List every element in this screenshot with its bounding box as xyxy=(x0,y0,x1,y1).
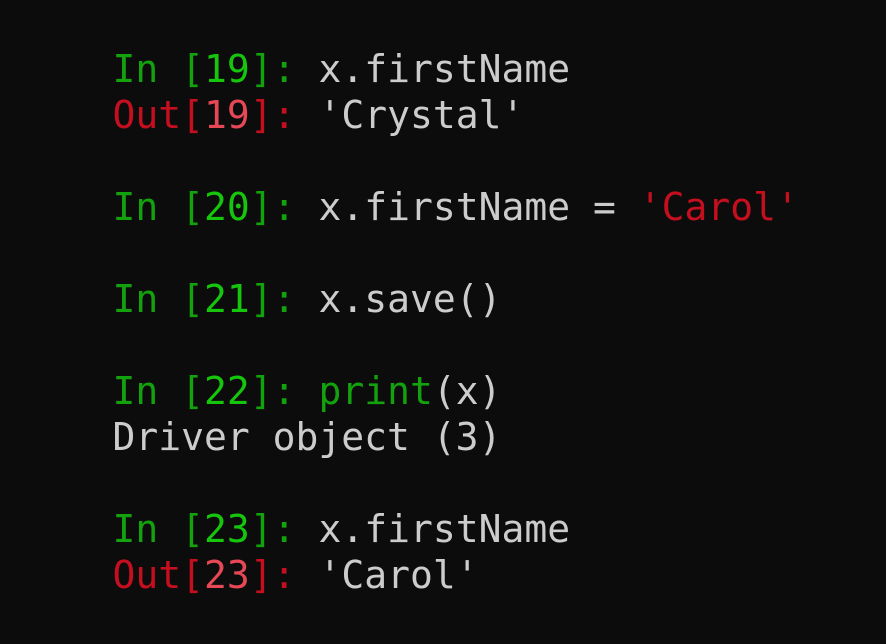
code-input: x.save() xyxy=(318,277,502,321)
code-string-literal: 'Carol' xyxy=(638,185,799,229)
out-prompt-label: Out xyxy=(112,553,182,597)
ipython-terminal[interactable]: In [19]: x.firstName Out[19]: 'Crystal' … xyxy=(0,0,886,597)
in-prompt-bracket-close: ] xyxy=(249,185,273,229)
in-prompt-bracket-open: [ xyxy=(181,185,205,229)
in-prompt-colon: : xyxy=(272,185,319,229)
out-prompt-number: 19 xyxy=(204,93,250,137)
out-prompt-bracket-open: [ xyxy=(181,93,205,137)
stdout-line-22: Driver object (3) xyxy=(21,368,502,459)
output-line-23: Out[23]: 'Carol' xyxy=(21,506,479,597)
code-input: x.firstName = xyxy=(318,185,639,229)
input-line-20: In [20]: x.firstName = 'Carol' xyxy=(21,138,799,229)
stdout-text: Driver object (3) xyxy=(112,415,502,459)
input-line-19: In [19]: x.firstName xyxy=(21,0,571,91)
in-prompt-number: 21 xyxy=(204,277,250,321)
output-value: 'Crystal' xyxy=(318,93,525,137)
out-prompt-colon: : xyxy=(272,553,319,597)
in-prompt-bracket-open: [ xyxy=(181,277,205,321)
in-prompt-label: In xyxy=(112,277,182,321)
out-prompt-label: Out xyxy=(112,93,182,137)
out-prompt-bracket-open: [ xyxy=(181,553,205,597)
out-prompt-number: 23 xyxy=(204,553,250,597)
input-line-23: In [23]: x.firstName xyxy=(21,460,571,551)
out-prompt-bracket-close: ] xyxy=(249,93,273,137)
in-prompt-bracket-close: ] xyxy=(249,277,273,321)
output-line-19: Out[19]: 'Crystal' xyxy=(21,46,525,137)
out-prompt-bracket-close: ] xyxy=(249,553,273,597)
in-prompt-label: In xyxy=(112,185,182,229)
input-line-22: In [22]: print(x) xyxy=(21,322,502,413)
output-value: 'Carol' xyxy=(318,553,479,597)
in-prompt-number: 20 xyxy=(204,185,250,229)
out-prompt-colon: : xyxy=(272,93,319,137)
input-line-21: In [21]: x.save() xyxy=(21,230,502,321)
in-prompt-colon: : xyxy=(272,277,319,321)
